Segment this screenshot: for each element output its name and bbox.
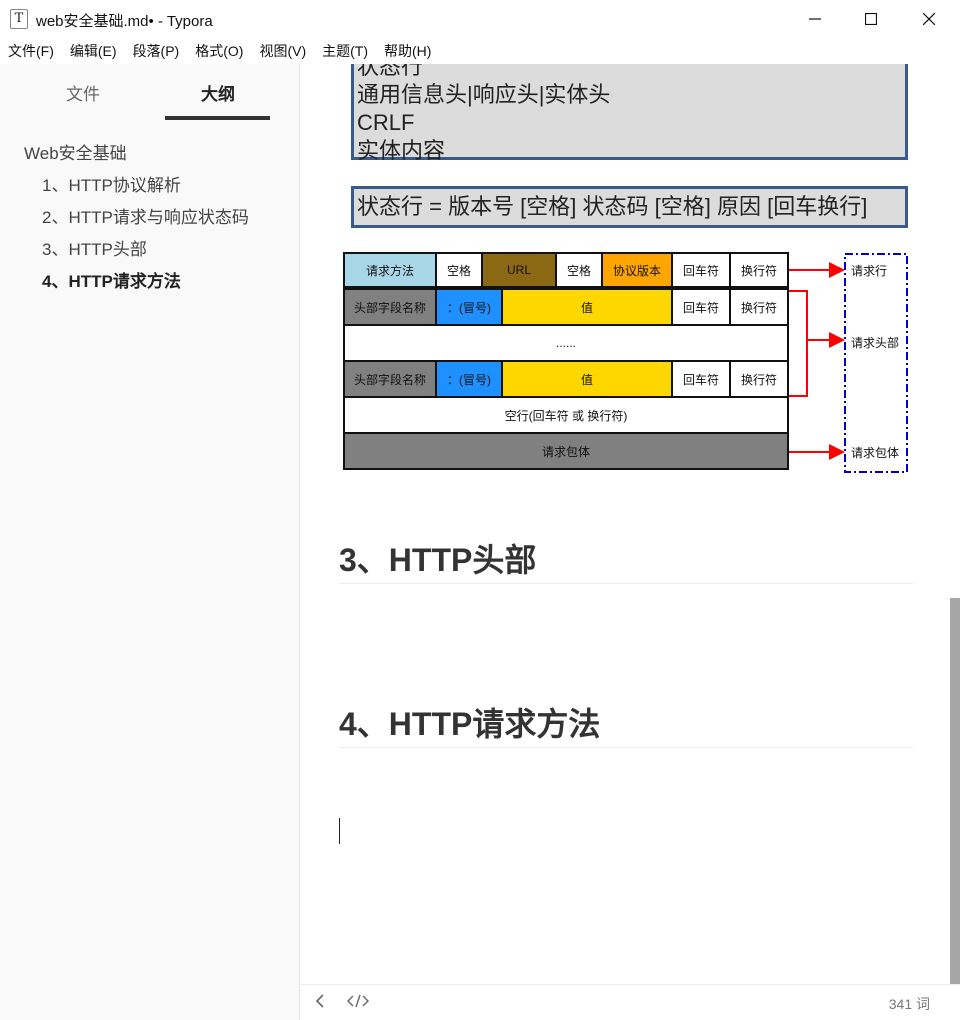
menu-help[interactable]: 帮助(H): [376, 38, 439, 64]
minimize-icon: [809, 18, 821, 20]
label-request-body: 请求包体: [851, 446, 900, 460]
menu-bar: 文件(F) 编辑(E) 段落(P) 格式(O) 视图(V) 主题(T) 帮助(H…: [0, 38, 960, 64]
box-line-status: 状态行: [357, 64, 424, 79]
tab-outline[interactable]: 大纲: [165, 80, 271, 120]
response-format-image: 状态行 通用信息头|响应头|实体头 CRLF 实体内容: [351, 64, 908, 163]
window-title: web安全基础.md• - Typora: [36, 13, 213, 30]
header-bracket: [789, 290, 808, 397]
code-icon: [347, 994, 369, 1008]
menu-view[interactable]: 视图(V): [251, 38, 314, 64]
minimize-button[interactable]: [786, 0, 844, 38]
editor-area[interactable]: 状态行 通用信息头|响应头|实体头 CRLF 实体内容 状态行 = 版本号 [空…: [301, 64, 960, 984]
box-line-headers: 通用信息头|响应头|实体头: [357, 82, 611, 107]
close-button[interactable]: [900, 0, 958, 38]
toggle-sidebar-button[interactable]: [315, 993, 325, 1013]
active-tab-indicator: [165, 116, 270, 120]
menu-edit[interactable]: 编辑(E): [62, 38, 125, 64]
scrollbar-thumb[interactable]: [950, 598, 960, 984]
menu-theme[interactable]: 主题(T): [314, 38, 376, 64]
diagram-arrows: [789, 253, 908, 473]
outline-item-web-security[interactable]: Web安全基础: [0, 138, 300, 170]
outline-item-http-status[interactable]: 2、HTTP请求与响应状态码: [0, 202, 300, 234]
menu-paragraph[interactable]: 段落(P): [125, 38, 188, 64]
menu-file[interactable]: 文件(F): [0, 38, 62, 64]
outline-item-http-header[interactable]: 3、HTTP头部: [0, 234, 300, 266]
heading-http-methods[interactable]: 4、HTTP请求方法: [339, 704, 913, 748]
close-icon: [923, 13, 935, 25]
box-line-body: 实体内容: [357, 138, 446, 163]
outline-item-http-protocol[interactable]: 1、HTTP协议解析: [0, 170, 300, 202]
box-line-crlf: CRLF: [357, 110, 415, 135]
word-count[interactable]: 341 词: [889, 994, 930, 1014]
typora-app-icon: T: [10, 9, 28, 29]
title-bar: T web安全基础.md• - Typora: [0, 0, 960, 38]
label-request-header: 请求头部: [851, 336, 900, 350]
chevron-left-icon: [315, 994, 324, 1008]
source-mode-button[interactable]: [347, 993, 369, 1013]
status-bar: 341 词: [301, 984, 960, 1020]
maximize-button[interactable]: [842, 0, 900, 38]
outline-list: Web安全基础 1、HTTP协议解析 2、HTTP请求与响应状态码 3、HTTP…: [0, 138, 300, 298]
heading-http-header[interactable]: 3、HTTP头部: [339, 540, 913, 584]
label-dashed-box: [844, 253, 908, 473]
outline-item-http-methods[interactable]: 4、HTTP请求方法: [0, 266, 300, 298]
maximize-icon: [865, 13, 877, 25]
menu-format[interactable]: 格式(O): [187, 38, 251, 64]
text-cursor: [339, 818, 340, 844]
label-request-line: 请求行: [851, 264, 888, 278]
http-request-diagram: 请求方法 空格 URL 空格 协议版本 回车符 换行符 头部字段名称 ：(冒号)…: [341, 250, 911, 475]
sidebar: 文件 大纲 Web安全基础 1、HTTP协议解析 2、HTTP请求与响应状态码 …: [0, 64, 300, 1020]
sidebar-tabs: 文件 大纲: [0, 64, 300, 124]
status-line-image: 状态行 = 版本号 [空格] 状态码 [空格] 原因 [回车换行]: [351, 186, 908, 228]
tab-files[interactable]: 文件: [30, 80, 136, 120]
